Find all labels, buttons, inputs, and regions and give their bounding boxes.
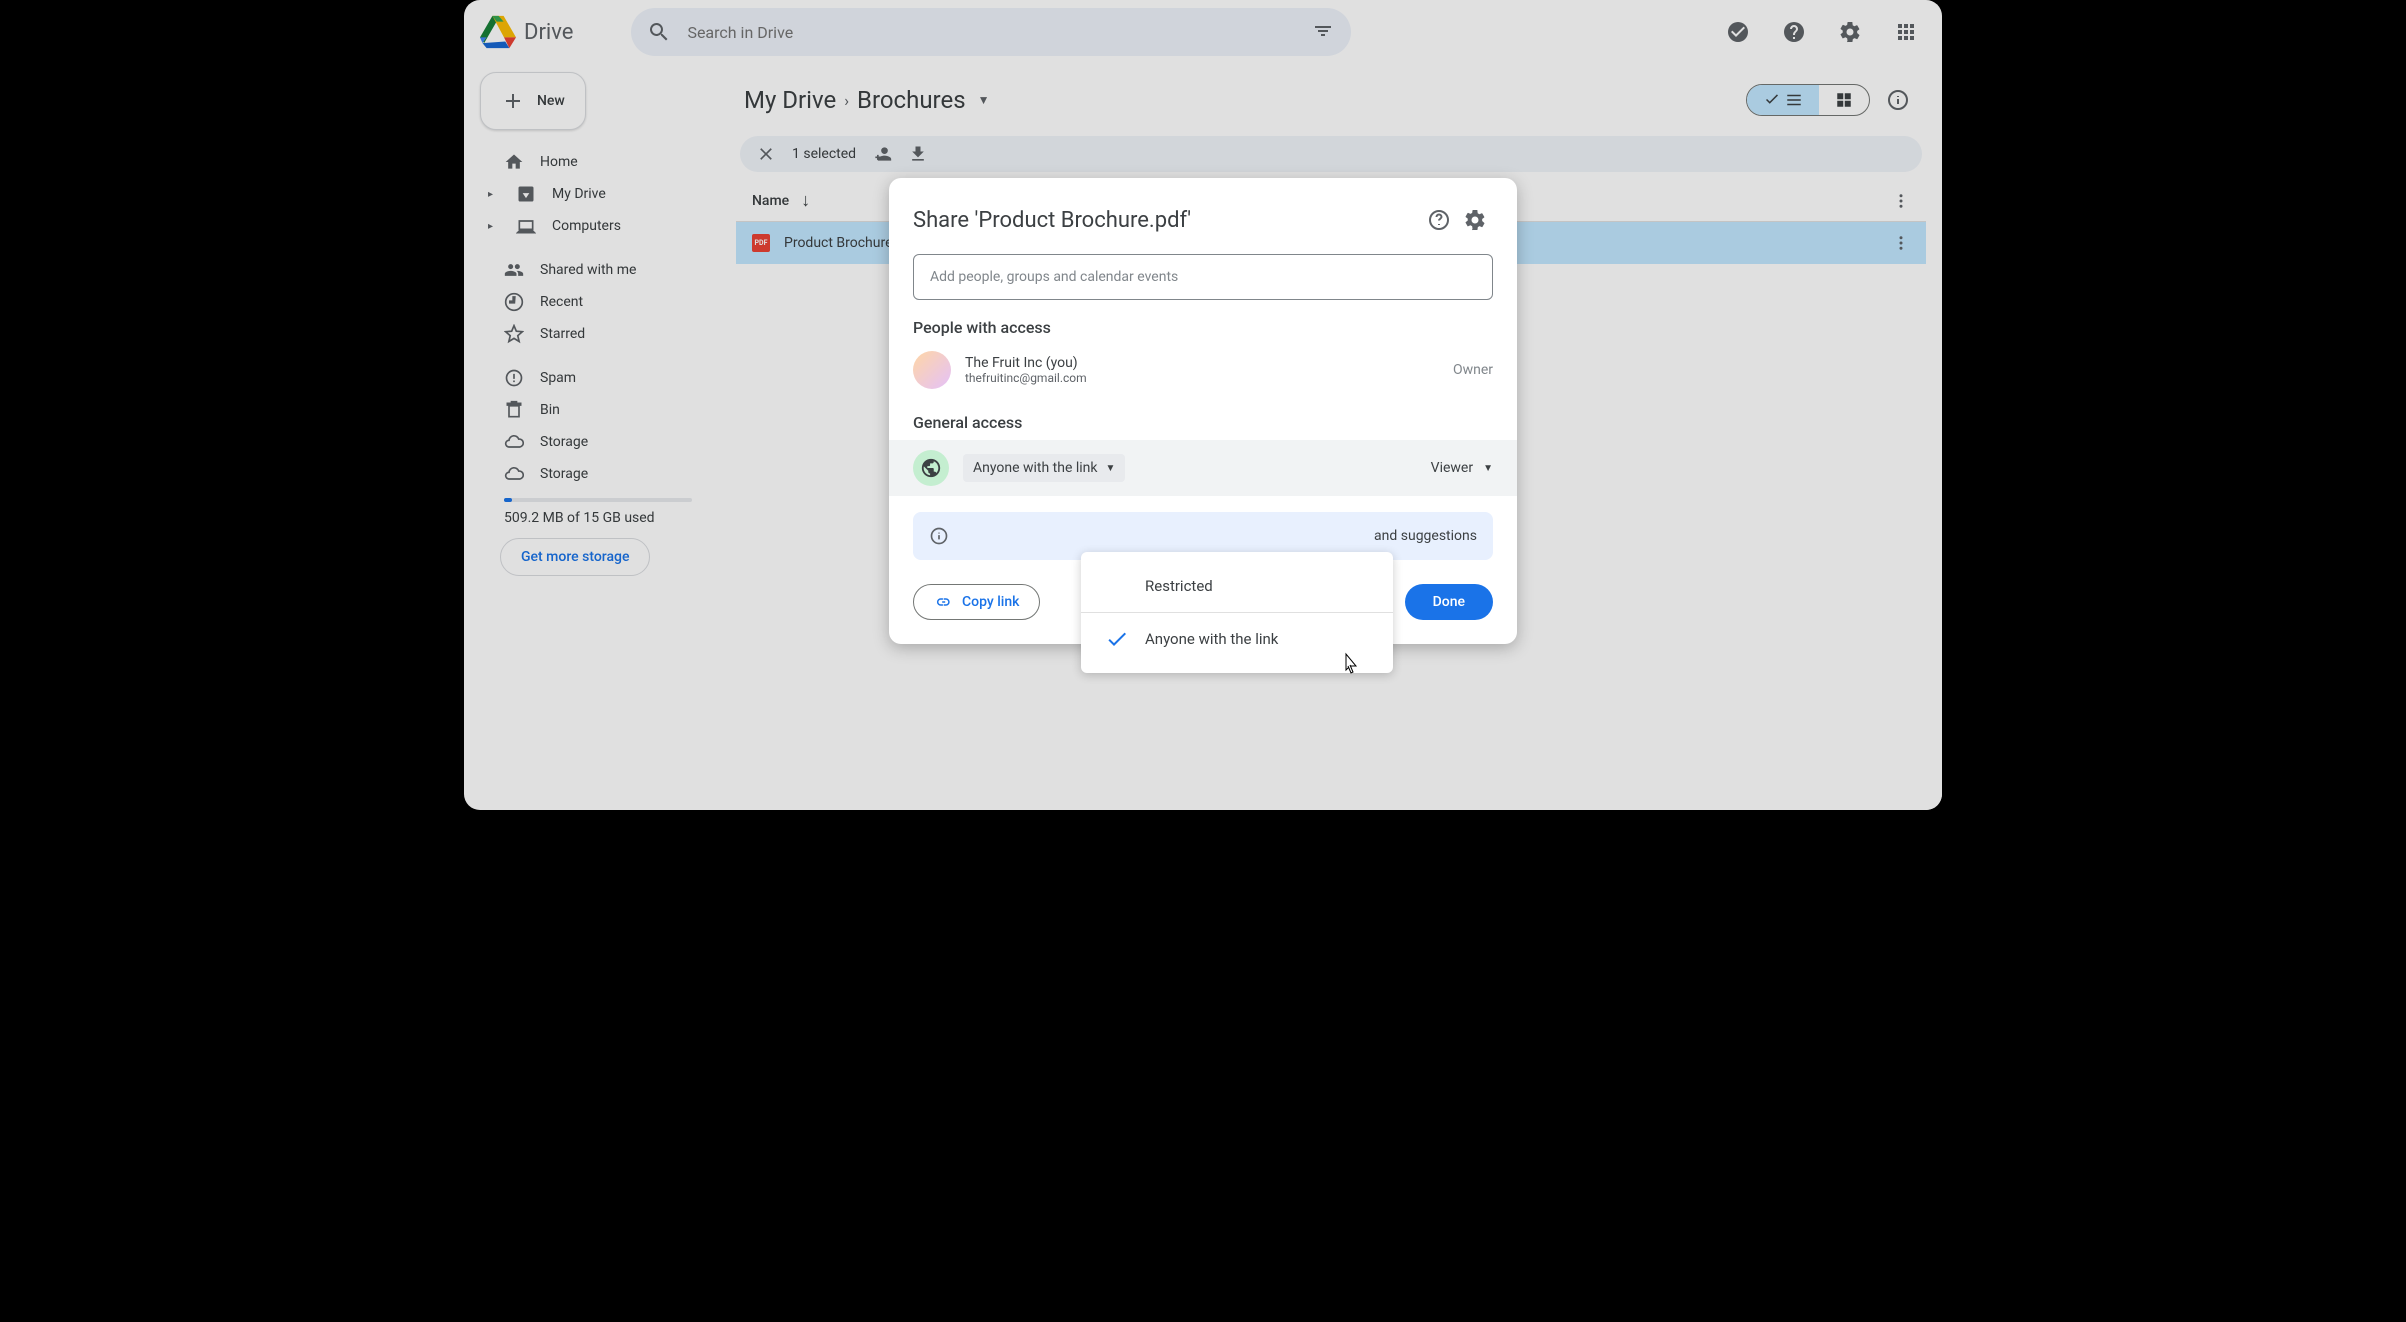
storage-text: 509.2 MB of 15 GB used: [504, 510, 692, 526]
info-icon[interactable]: [1878, 80, 1918, 120]
computer-icon: [516, 216, 536, 236]
person-email: thefruitinc@gmail.com: [965, 371, 1087, 385]
check-icon: [1105, 627, 1129, 651]
access-dropdown[interactable]: Anyone with the link ▼: [963, 454, 1125, 482]
person-row: The Fruit Inc (you) thefruitinc@gmail.co…: [889, 345, 1517, 395]
drive-icon: [516, 184, 536, 204]
breadcrumb: My Drive › Brochures ▼: [736, 64, 1926, 136]
cursor-icon: [1339, 652, 1359, 681]
chevron-down-icon: ▼: [1106, 463, 1116, 474]
add-people-input[interactable]: Add people, groups and calendar events: [913, 254, 1493, 300]
view-toggle: [1746, 84, 1870, 116]
sidebar: New Home ▸ My Drive ▸ Computers Shared w…: [464, 64, 720, 810]
header: Drive: [464, 0, 1942, 64]
expand-icon[interactable]: ▸: [488, 189, 500, 200]
sidebar-item-bin[interactable]: Bin: [480, 394, 704, 426]
role-dropdown[interactable]: Viewer ▼: [1431, 460, 1493, 476]
selection-count: 1 selected: [792, 146, 856, 162]
home-icon: [504, 152, 524, 172]
sidebar-item-mydrive[interactable]: ▸ My Drive: [480, 178, 704, 210]
breadcrumb-current[interactable]: Brochures: [857, 86, 966, 114]
search-options-icon[interactable]: [1311, 20, 1335, 44]
chevron-right-icon: ›: [844, 91, 849, 110]
search-input[interactable]: [687, 23, 1295, 42]
row-more-icon[interactable]: [1892, 234, 1910, 252]
dialog-title: Share 'Product Brochure.pdf': [913, 208, 1421, 233]
pdf-icon: PDF: [752, 234, 770, 252]
app-name: Drive: [524, 20, 573, 45]
people-section-title: People with access: [889, 300, 1517, 345]
breadcrumb-dropdown-icon[interactable]: ▼: [978, 93, 990, 107]
col-name[interactable]: Name: [752, 193, 789, 209]
info-icon: [929, 526, 949, 546]
search-icon: [647, 20, 671, 44]
trash-icon: [504, 400, 524, 420]
search-bar[interactable]: [631, 8, 1351, 56]
spam-icon: [504, 368, 524, 388]
storage-progress: [504, 498, 692, 502]
clock-icon: [504, 292, 524, 312]
new-label: New: [537, 93, 565, 109]
settings-icon[interactable]: [1830, 12, 1870, 52]
sidebar-item-recent[interactable]: Recent: [480, 286, 704, 318]
general-access-title: General access: [889, 395, 1517, 440]
sort-arrow-icon[interactable]: ↓: [801, 190, 810, 211]
new-button[interactable]: New: [480, 72, 586, 130]
close-icon[interactable]: [756, 144, 776, 164]
plus-icon: [501, 89, 525, 113]
dialog-help-icon[interactable]: [1421, 202, 1457, 238]
drive-logo[interactable]: Drive: [480, 14, 573, 50]
cloud-icon: [504, 432, 524, 452]
access-row: Anyone with the link ▼ Viewer ▼: [889, 440, 1517, 496]
menu-item-restricted[interactable]: Restricted: [1081, 560, 1393, 613]
grid-view-button[interactable]: [1819, 85, 1869, 115]
help-icon[interactable]: [1774, 12, 1814, 52]
sidebar-item-starred[interactable]: Starred: [480, 318, 704, 350]
sidebar-item-home[interactable]: Home: [480, 146, 704, 178]
drive-icon: [480, 14, 516, 50]
star-icon: [504, 324, 524, 344]
chevron-down-icon: ▼: [1483, 463, 1493, 474]
sidebar-item-spam[interactable]: Spam: [480, 362, 704, 394]
list-view-button[interactable]: [1747, 85, 1819, 115]
person-role: Owner: [1453, 362, 1493, 378]
sidebar-item-shared[interactable]: Shared with me: [480, 254, 704, 286]
selection-bar: 1 selected: [740, 136, 1922, 172]
done-button[interactable]: Done: [1405, 584, 1493, 620]
offline-ready-icon[interactable]: [1718, 12, 1758, 52]
get-storage-button[interactable]: Get more storage: [500, 538, 650, 576]
globe-icon: [913, 450, 949, 486]
share-person-icon[interactable]: [872, 144, 892, 164]
download-icon[interactable]: [908, 144, 928, 164]
apps-icon[interactable]: [1886, 12, 1926, 52]
link-icon: [934, 593, 952, 611]
person-name: The Fruit Inc (you): [965, 355, 1087, 371]
breadcrumb-root[interactable]: My Drive: [744, 86, 836, 114]
sidebar-item-storage-2[interactable]: Storage: [480, 458, 704, 490]
expand-icon[interactable]: ▸: [488, 221, 500, 232]
copy-link-button[interactable]: Copy link: [913, 584, 1040, 620]
avatar: [913, 351, 951, 389]
dialog-settings-icon[interactable]: [1457, 202, 1493, 238]
sidebar-item-storage[interactable]: Storage: [480, 426, 704, 458]
cloud-icon: [504, 464, 524, 484]
sidebar-item-computers[interactable]: ▸ Computers: [480, 210, 704, 242]
people-icon: [504, 260, 524, 280]
more-icon[interactable]: [1892, 192, 1910, 210]
